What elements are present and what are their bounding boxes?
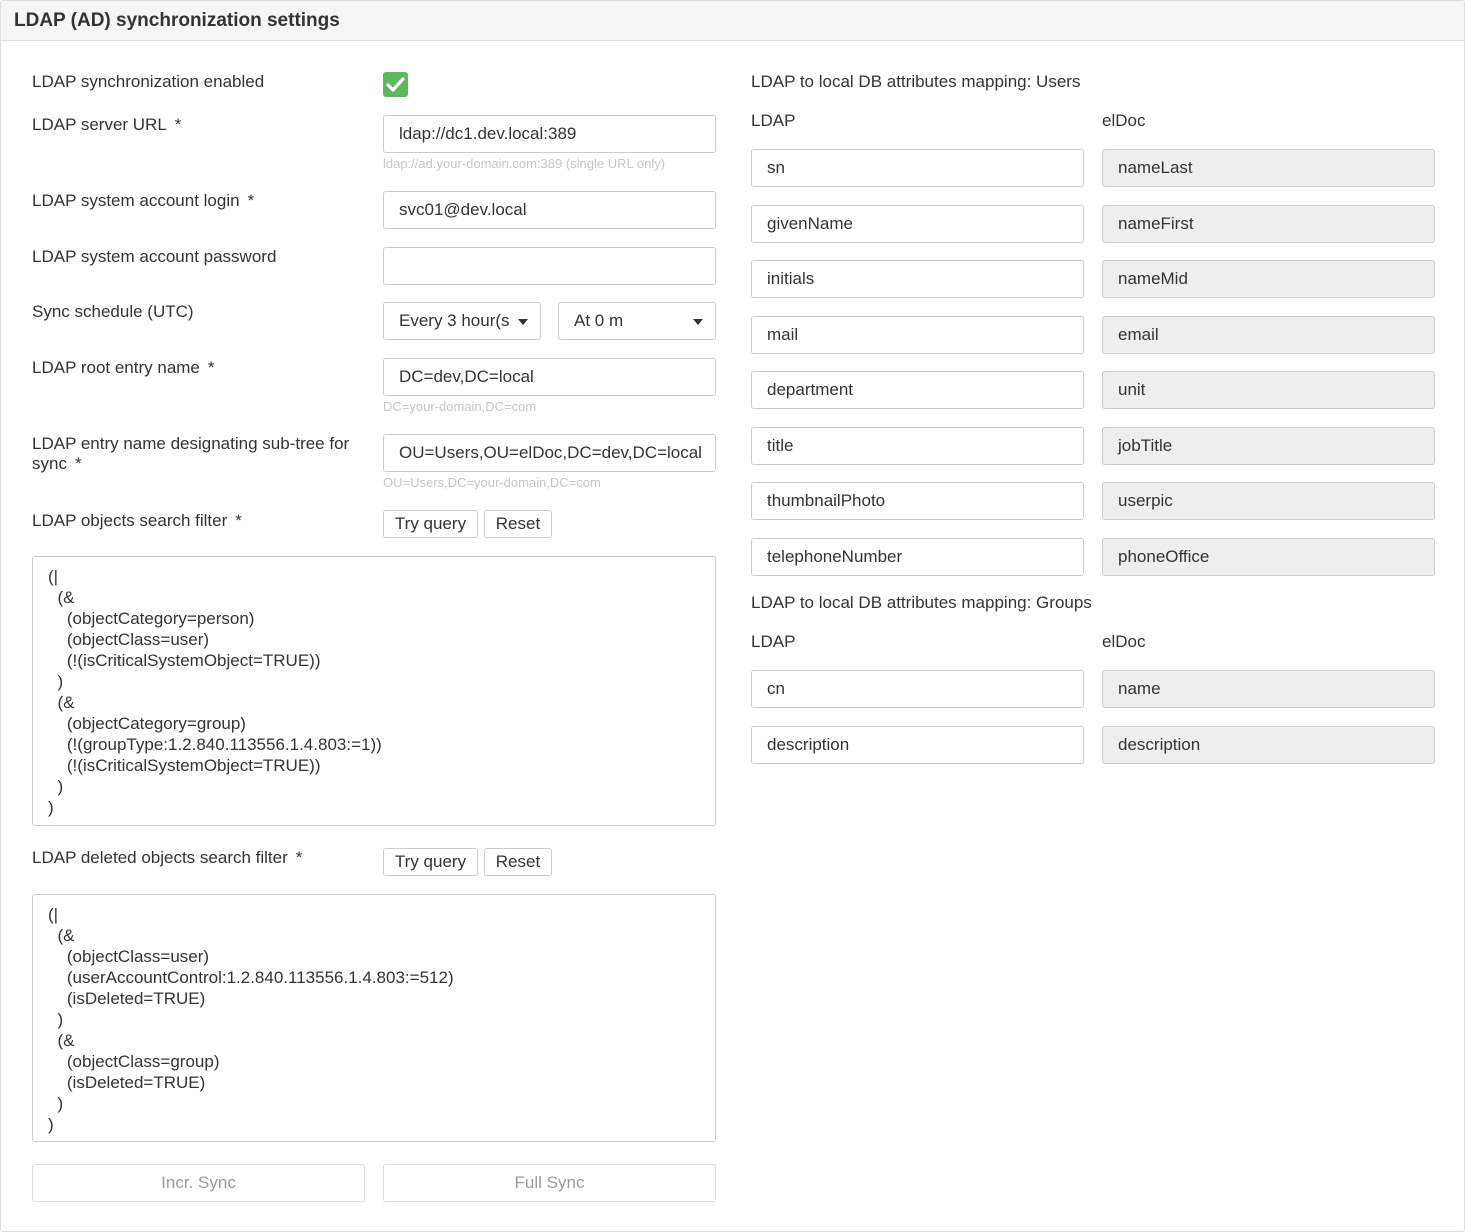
deleted-filter-label-text: LDAP deleted objects search filter (32, 848, 288, 867)
account-password-label: LDAP system account password (32, 247, 277, 266)
search-filter-try-query-button[interactable]: Try query (383, 510, 478, 538)
subtree-label-line2: sync (32, 454, 67, 473)
subtree-input[interactable]: OU=Users,OU=elDoc,DC=dev,DC=local (383, 434, 716, 472)
schedule-minute-value: At 0 m (574, 311, 624, 330)
local-attribute-field: nameLast (1102, 149, 1435, 187)
incr-sync-button[interactable]: Incr. Sync (32, 1164, 365, 1202)
root-entry-label: LDAP root entry name * (32, 358, 215, 378)
local-attribute-field: phoneOffice (1102, 537, 1435, 576)
required-mark: * (207, 358, 215, 377)
sync-enabled-checkbox[interactable] (383, 72, 408, 97)
subtree-help: OU=Users,DC=your-domain,DC=com (383, 475, 601, 490)
ldap-attribute-input[interactable]: sn (751, 149, 1084, 187)
local-attribute-field: userpic (1102, 482, 1435, 520)
sync-enabled-label-text: LDAP synchronization enabled (32, 72, 265, 91)
local-attribute-field: jobTitle (1102, 426, 1435, 465)
root-entry-input[interactable]: DC=dev,DC=local (383, 358, 716, 396)
users-col-ldap-header: LDAP (751, 111, 796, 130)
check-icon (386, 77, 405, 92)
local-attribute-field: email (1102, 315, 1435, 354)
account-login-input[interactable]: svc01@dev.local (383, 191, 716, 229)
deleted-filter-label: LDAP deleted objects search filter * (32, 848, 302, 868)
search-filter-label-text: LDAP objects search filter (32, 511, 228, 530)
local-attribute-field: nameMid (1102, 260, 1435, 298)
caret-down-icon (518, 319, 528, 325)
groups-mapping-title: LDAP to local DB attributes mapping: Gro… (751, 593, 1092, 612)
ldap-attribute-input[interactable]: givenName (751, 204, 1084, 243)
schedule-minute-select[interactable]: At 0 m (558, 302, 716, 340)
caret-down-icon (693, 319, 703, 325)
required-mark: * (74, 454, 82, 473)
ldap-attribute-input[interactable]: telephoneNumber (751, 537, 1084, 576)
ldap-attribute-input[interactable]: cn (751, 670, 1084, 708)
schedule-interval-value: Every 3 hour(s (399, 311, 510, 330)
root-entry-label-text: LDAP root entry name (32, 358, 200, 377)
users-col-local-header: elDoc (1102, 111, 1146, 130)
full-sync-button[interactable]: Full Sync (383, 1164, 716, 1202)
panel-title: LDAP (AD) synchronization settings (1, 1, 1464, 41)
groups-col-local-header: elDoc (1102, 632, 1146, 651)
local-attribute-field: description (1102, 725, 1435, 764)
groups-col-ldap-header: LDAP (751, 632, 796, 651)
server-url-help: ldap://ad.your-domain.com:389 (single UR… (383, 156, 666, 171)
schedule-interval-select[interactable]: Every 3 hour(s (383, 302, 541, 340)
ldap-attribute-input[interactable]: mail (751, 315, 1084, 354)
account-login-label-text: LDAP system account login (32, 191, 240, 210)
users-mapping-title: LDAP to local DB attributes mapping: Use… (751, 72, 1081, 91)
local-attribute-field: unit (1102, 371, 1435, 409)
settings-panel: LDAP (AD) synchronization settings LDAP … (0, 0, 1465, 1232)
deleted-filter-textarea[interactable]: (| (& (objectClass=user) (userAccountCon… (32, 894, 716, 1142)
ldap-attribute-input[interactable]: description (751, 725, 1084, 764)
ldap-attribute-input[interactable]: title (751, 426, 1084, 465)
deleted-filter-try-query-button[interactable]: Try query (383, 848, 478, 876)
required-mark: * (235, 511, 242, 530)
root-entry-help: DC=your-domain,DC=com (383, 399, 537, 414)
local-attribute-field: nameFirst (1102, 204, 1435, 243)
search-filter-textarea[interactable]: (| (& (objectCategory=person) (objectCla… (32, 556, 716, 826)
ldap-attribute-input[interactable]: initials (751, 260, 1084, 298)
local-attribute-field: name (1102, 670, 1435, 708)
server-url-label-text: LDAP server URL (32, 115, 167, 134)
subtree-label-line1: LDAP entry name designating sub-tree for (32, 434, 350, 453)
required-mark: * (174, 115, 182, 134)
server-url-label: LDAP server URL * (32, 115, 181, 135)
required-mark: * (247, 191, 255, 210)
account-password-input[interactable] (383, 247, 716, 285)
subtree-label: LDAP entry name designating sub-tree for… (32, 434, 372, 474)
search-filter-label: LDAP objects search filter * (32, 511, 242, 531)
sync-enabled-label: LDAP synchronization enabled (32, 72, 264, 92)
account-login-label: LDAP system account login * (32, 191, 254, 211)
ldap-attribute-input[interactable]: thumbnailPhoto (751, 482, 1084, 520)
schedule-label: Sync schedule (UTC) (32, 302, 194, 321)
required-mark: * (295, 848, 303, 867)
server-url-input[interactable]: ldap://dc1.dev.local:389 (383, 115, 716, 153)
deleted-filter-reset-button[interactable]: Reset (484, 848, 552, 876)
ldap-attribute-input[interactable]: department (751, 371, 1084, 409)
search-filter-reset-button[interactable]: Reset (484, 510, 552, 538)
